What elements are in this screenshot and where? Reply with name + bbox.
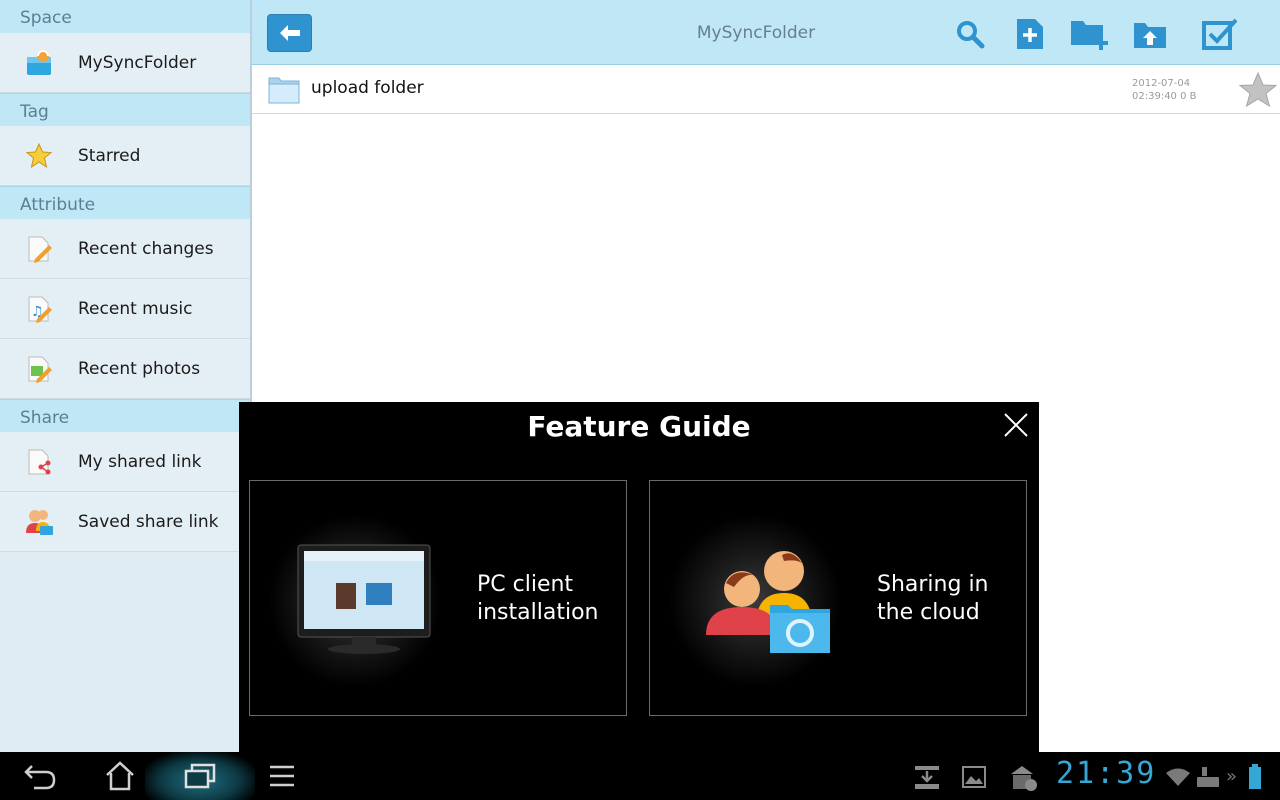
- folder-icon: [268, 76, 300, 108]
- select-icon: [1202, 18, 1238, 50]
- file-list-row[interactable]: upload folder 2012-07-04 02:39:40 0 B: [252, 65, 1280, 114]
- card-caption-line: PC client: [477, 572, 574, 597]
- sidebar-item-recent-changes[interactable]: Recent changes: [0, 219, 250, 279]
- menu-icon: [270, 765, 294, 787]
- back-nav-button[interactable]: [20, 760, 60, 792]
- upload-icon: [1134, 23, 1166, 48]
- search-icon: [957, 21, 985, 49]
- keyboard-icon: [1196, 766, 1220, 792]
- sidebar-item-recent-photos[interactable]: Recent photos: [0, 339, 250, 399]
- section-header-share: Share: [0, 399, 250, 432]
- sidebar-item-label: Recent changes: [78, 238, 214, 259]
- upload-button[interactable]: [1130, 14, 1170, 54]
- home-nav-button[interactable]: [100, 760, 140, 792]
- star-icon: [0, 142, 78, 170]
- wifi-icon: [1164, 768, 1192, 790]
- cloud-sharing-icon: [704, 547, 832, 659]
- pc-monitor-icon: [296, 543, 432, 661]
- sidebar-item-starred[interactable]: Starred: [0, 126, 250, 186]
- card-caption-line: the cloud: [877, 600, 980, 625]
- system-navigation-bar: 21:39 »: [0, 752, 1280, 800]
- sidebar-item-label: MySyncFolder: [78, 52, 197, 73]
- sidebar-item-label: Saved share link: [78, 511, 219, 532]
- section-header-space: Space: [0, 0, 250, 33]
- sidebar-item-my-shared-link[interactable]: My shared link: [0, 432, 250, 492]
- sidebar-item-label: Starred: [78, 145, 141, 166]
- sidebar-item-mysyncfolder[interactable]: MySyncFolder: [0, 33, 250, 93]
- sync-status-icon[interactable]: [1008, 762, 1038, 796]
- file-meta: 2012-07-04 02:39:40 0 B: [1132, 77, 1197, 103]
- feature-card-sharing-cloud[interactable]: Sharing in the cloud: [649, 480, 1027, 716]
- card-caption: Sharing in the cloud: [877, 571, 989, 627]
- sidebar-item-recent-music[interactable]: ♫ Recent music: [0, 279, 250, 339]
- new-file-icon: [1017, 19, 1043, 49]
- section-header-tag: Tag: [0, 93, 250, 126]
- feature-card-pc-client[interactable]: PC client installation: [249, 480, 627, 716]
- sync-folder-icon: [0, 48, 78, 78]
- page-title: MySyncFolder: [696, 23, 816, 43]
- sidebar-item-label: Recent music: [78, 298, 193, 319]
- new-folder-button[interactable]: [1068, 14, 1112, 54]
- section-header-attribute: Attribute: [0, 186, 250, 219]
- saved-share-link-icon: [0, 507, 78, 537]
- dialog-title: Feature Guide: [527, 410, 751, 443]
- card-caption-line: Sharing in: [877, 572, 989, 597]
- clock[interactable]: 21:39: [1056, 756, 1156, 791]
- home-icon: [106, 761, 134, 791]
- file-date: 2012-07-04: [1132, 78, 1191, 89]
- recent-photos-icon: [0, 354, 78, 384]
- feature-guide-dialog: Feature Guide PC client installation Sha…: [239, 402, 1039, 752]
- search-button[interactable]: [950, 14, 990, 54]
- menu-button[interactable]: [262, 760, 302, 792]
- top-action-bar: MySyncFolder: [252, 0, 1280, 65]
- download-status-icon[interactable]: [914, 764, 940, 794]
- sidebar-item-label: My shared link: [78, 451, 202, 472]
- new-file-button[interactable]: [1010, 14, 1050, 54]
- file-time-size: 02:39:40 0 B: [1132, 91, 1197, 102]
- recent-music-icon: ♫: [0, 294, 78, 324]
- chevron-right-icon: »: [1226, 766, 1238, 787]
- battery-icon: [1248, 764, 1262, 794]
- recent-apps-button[interactable]: [180, 760, 220, 792]
- card-caption-line: installation: [477, 600, 599, 625]
- select-button[interactable]: [1200, 14, 1240, 54]
- sidebar-item-saved-share-link[interactable]: Saved share link: [0, 492, 250, 552]
- file-name: upload folder: [311, 78, 424, 98]
- recent-apps-icon: [184, 763, 216, 789]
- sidebar: Space MySyncFolder Tag Starred Attribute: [0, 0, 252, 752]
- gallery-status-icon[interactable]: [962, 766, 986, 792]
- shared-link-icon: [0, 447, 78, 477]
- card-caption: PC client installation: [477, 571, 598, 627]
- star-toggle-icon[interactable]: [1238, 71, 1278, 113]
- sidebar-item-label: Recent photos: [78, 358, 201, 379]
- close-icon[interactable]: [1003, 412, 1029, 438]
- new-folder-icon: [1071, 21, 1108, 50]
- back-nav-icon: [24, 765, 56, 790]
- recent-changes-icon: [0, 234, 78, 264]
